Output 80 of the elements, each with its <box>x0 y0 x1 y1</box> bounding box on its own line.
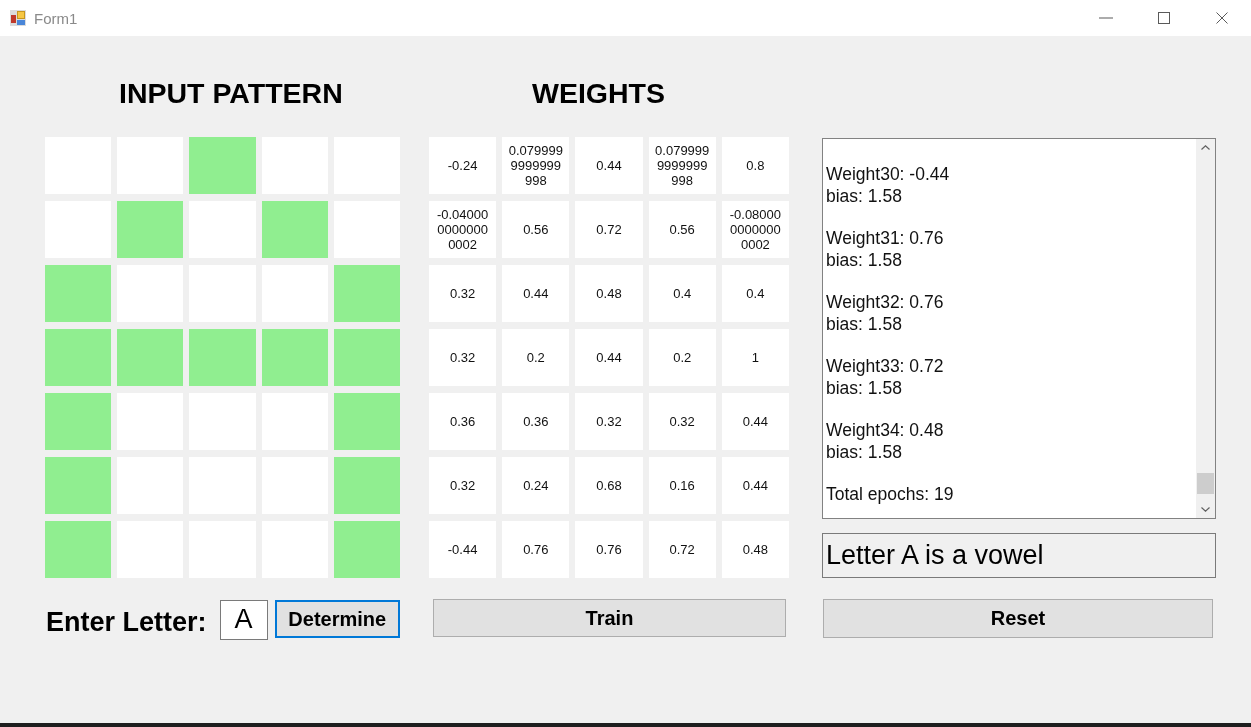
pattern-cell[interactable] <box>189 137 256 194</box>
section-heading: INPUT PATTERN <box>119 77 343 110</box>
weight-cell: 0.36 <box>429 393 497 450</box>
pattern-cell[interactable] <box>333 329 400 386</box>
weight-cell: 0.32 <box>429 265 497 322</box>
weight-cell: 0.32 <box>429 457 497 514</box>
weight-cell: 0.44 <box>502 265 570 322</box>
weight-cell: 0.44 <box>575 329 643 386</box>
weight-cell: 0.44 <box>721 457 789 514</box>
weight-cell: 0.36 <box>502 393 570 450</box>
log-line: Weight34: 0.48 <box>826 420 944 441</box>
weight-cell: 0.0799999999999998 <box>648 137 716 194</box>
reset-button[interactable]: Reset <box>823 599 1213 638</box>
pattern-cell[interactable] <box>45 393 112 450</box>
weight-cell: -0.0800000000000002 <box>721 201 789 258</box>
determine-button[interactable]: Determine <box>274 600 400 638</box>
result-field[interactable]: Letter A is a vowel <box>822 533 1216 578</box>
scroll-thumb[interactable] <box>1197 473 1214 494</box>
log-line: Weight30: -0.44 <box>826 164 950 185</box>
letter-input[interactable]: A <box>219 599 268 640</box>
weight-cell: 0.56 <box>502 201 570 258</box>
pattern-cell[interactable] <box>117 329 184 386</box>
log-line: bias: 1.58 <box>826 185 902 206</box>
weight-cell: 0.4 <box>648 265 716 322</box>
weight-cell: 0.32 <box>429 329 497 386</box>
weight-cell: 0.48 <box>575 265 643 322</box>
chevron-down-icon[interactable] <box>1201 507 1210 512</box>
pattern-cell[interactable] <box>45 265 112 322</box>
log-line: bias: 1.58 <box>826 313 902 334</box>
weight-cell: 0.72 <box>575 201 643 258</box>
weight-cell: 0.68 <box>575 457 643 514</box>
minimize-icon <box>1099 17 1113 19</box>
pattern-cell[interactable] <box>333 457 400 514</box>
section-heading: WEIGHTS <box>532 77 665 110</box>
pattern-cell[interactable] <box>45 457 112 514</box>
window-title: Form1 <box>34 9 78 27</box>
pattern-cell[interactable] <box>261 329 328 386</box>
weight-cell: 0.0799999999999998 <box>502 137 570 194</box>
pattern-cell[interactable] <box>261 201 328 258</box>
weight-cell: 0.76 <box>575 521 643 578</box>
scrollbar[interactable] <box>1196 139 1215 518</box>
close-icon <box>1216 12 1228 24</box>
weight-cell: 0.76 <box>502 521 570 578</box>
weight-cell: 0.2 <box>648 329 716 386</box>
log-line: Weight31: 0.76 <box>826 228 944 249</box>
weight-cell: 0.32 <box>575 393 643 450</box>
train-button[interactable]: Train <box>433 599 786 637</box>
log-line: bias: 1.58 <box>826 377 902 398</box>
log-line: Weight32: 0.76 <box>826 292 944 313</box>
log-line: bias: 1.58 <box>826 441 902 462</box>
pattern-cell[interactable] <box>45 329 112 386</box>
weight-cell: 0.72 <box>648 521 716 578</box>
weight-cell: 0.2 <box>502 329 570 386</box>
log-textbox[interactable]: Weight30: -0.44 bias: 1.58 Weight31: 0.76 bias: 1.58 Weight32: 0.76 bias: 1.58 Weight33: 0.72 bias: 1.58 Weight34: 0.48 bias: 1.58 Total epochs: 19 <box>822 138 1216 519</box>
weight-cell: 0.24 <box>502 457 570 514</box>
weight-cell: 0.4 <box>721 265 789 322</box>
weight-cell: 0.16 <box>648 457 716 514</box>
pattern-cell[interactable] <box>333 393 400 450</box>
weight-cell: -0.24 <box>429 137 497 194</box>
weight-cell: 0.32 <box>648 393 716 450</box>
pattern-cell[interactable] <box>189 329 256 386</box>
weight-cell: 1 <box>721 329 789 386</box>
pattern-cell[interactable] <box>45 521 112 578</box>
pattern-cell[interactable] <box>117 201 184 258</box>
log-line: bias: 1.58 <box>826 249 902 270</box>
weight-cell: 0.44 <box>721 393 789 450</box>
pattern-cell[interactable] <box>333 265 400 322</box>
weight-cell: -0.44 <box>429 521 497 578</box>
weight-cell: 0.8 <box>721 137 789 194</box>
weight-cell: 0.44 <box>575 137 643 194</box>
weight-cell: 0.56 <box>648 201 716 258</box>
app-icon <box>10 10 26 26</box>
log-line: Weight33: 0.72 <box>826 356 944 377</box>
weight-cell: -0.0400000000000002 <box>429 201 497 258</box>
maximize-icon <box>1158 12 1170 24</box>
weight-cell: 0.48 <box>721 521 789 578</box>
pattern-cell[interactable] <box>333 521 400 578</box>
log-line: Total epochs: 19 <box>826 484 954 505</box>
chevron-up-icon[interactable] <box>1201 145 1210 150</box>
enter-letter-label: Enter Letter: <box>46 607 207 638</box>
